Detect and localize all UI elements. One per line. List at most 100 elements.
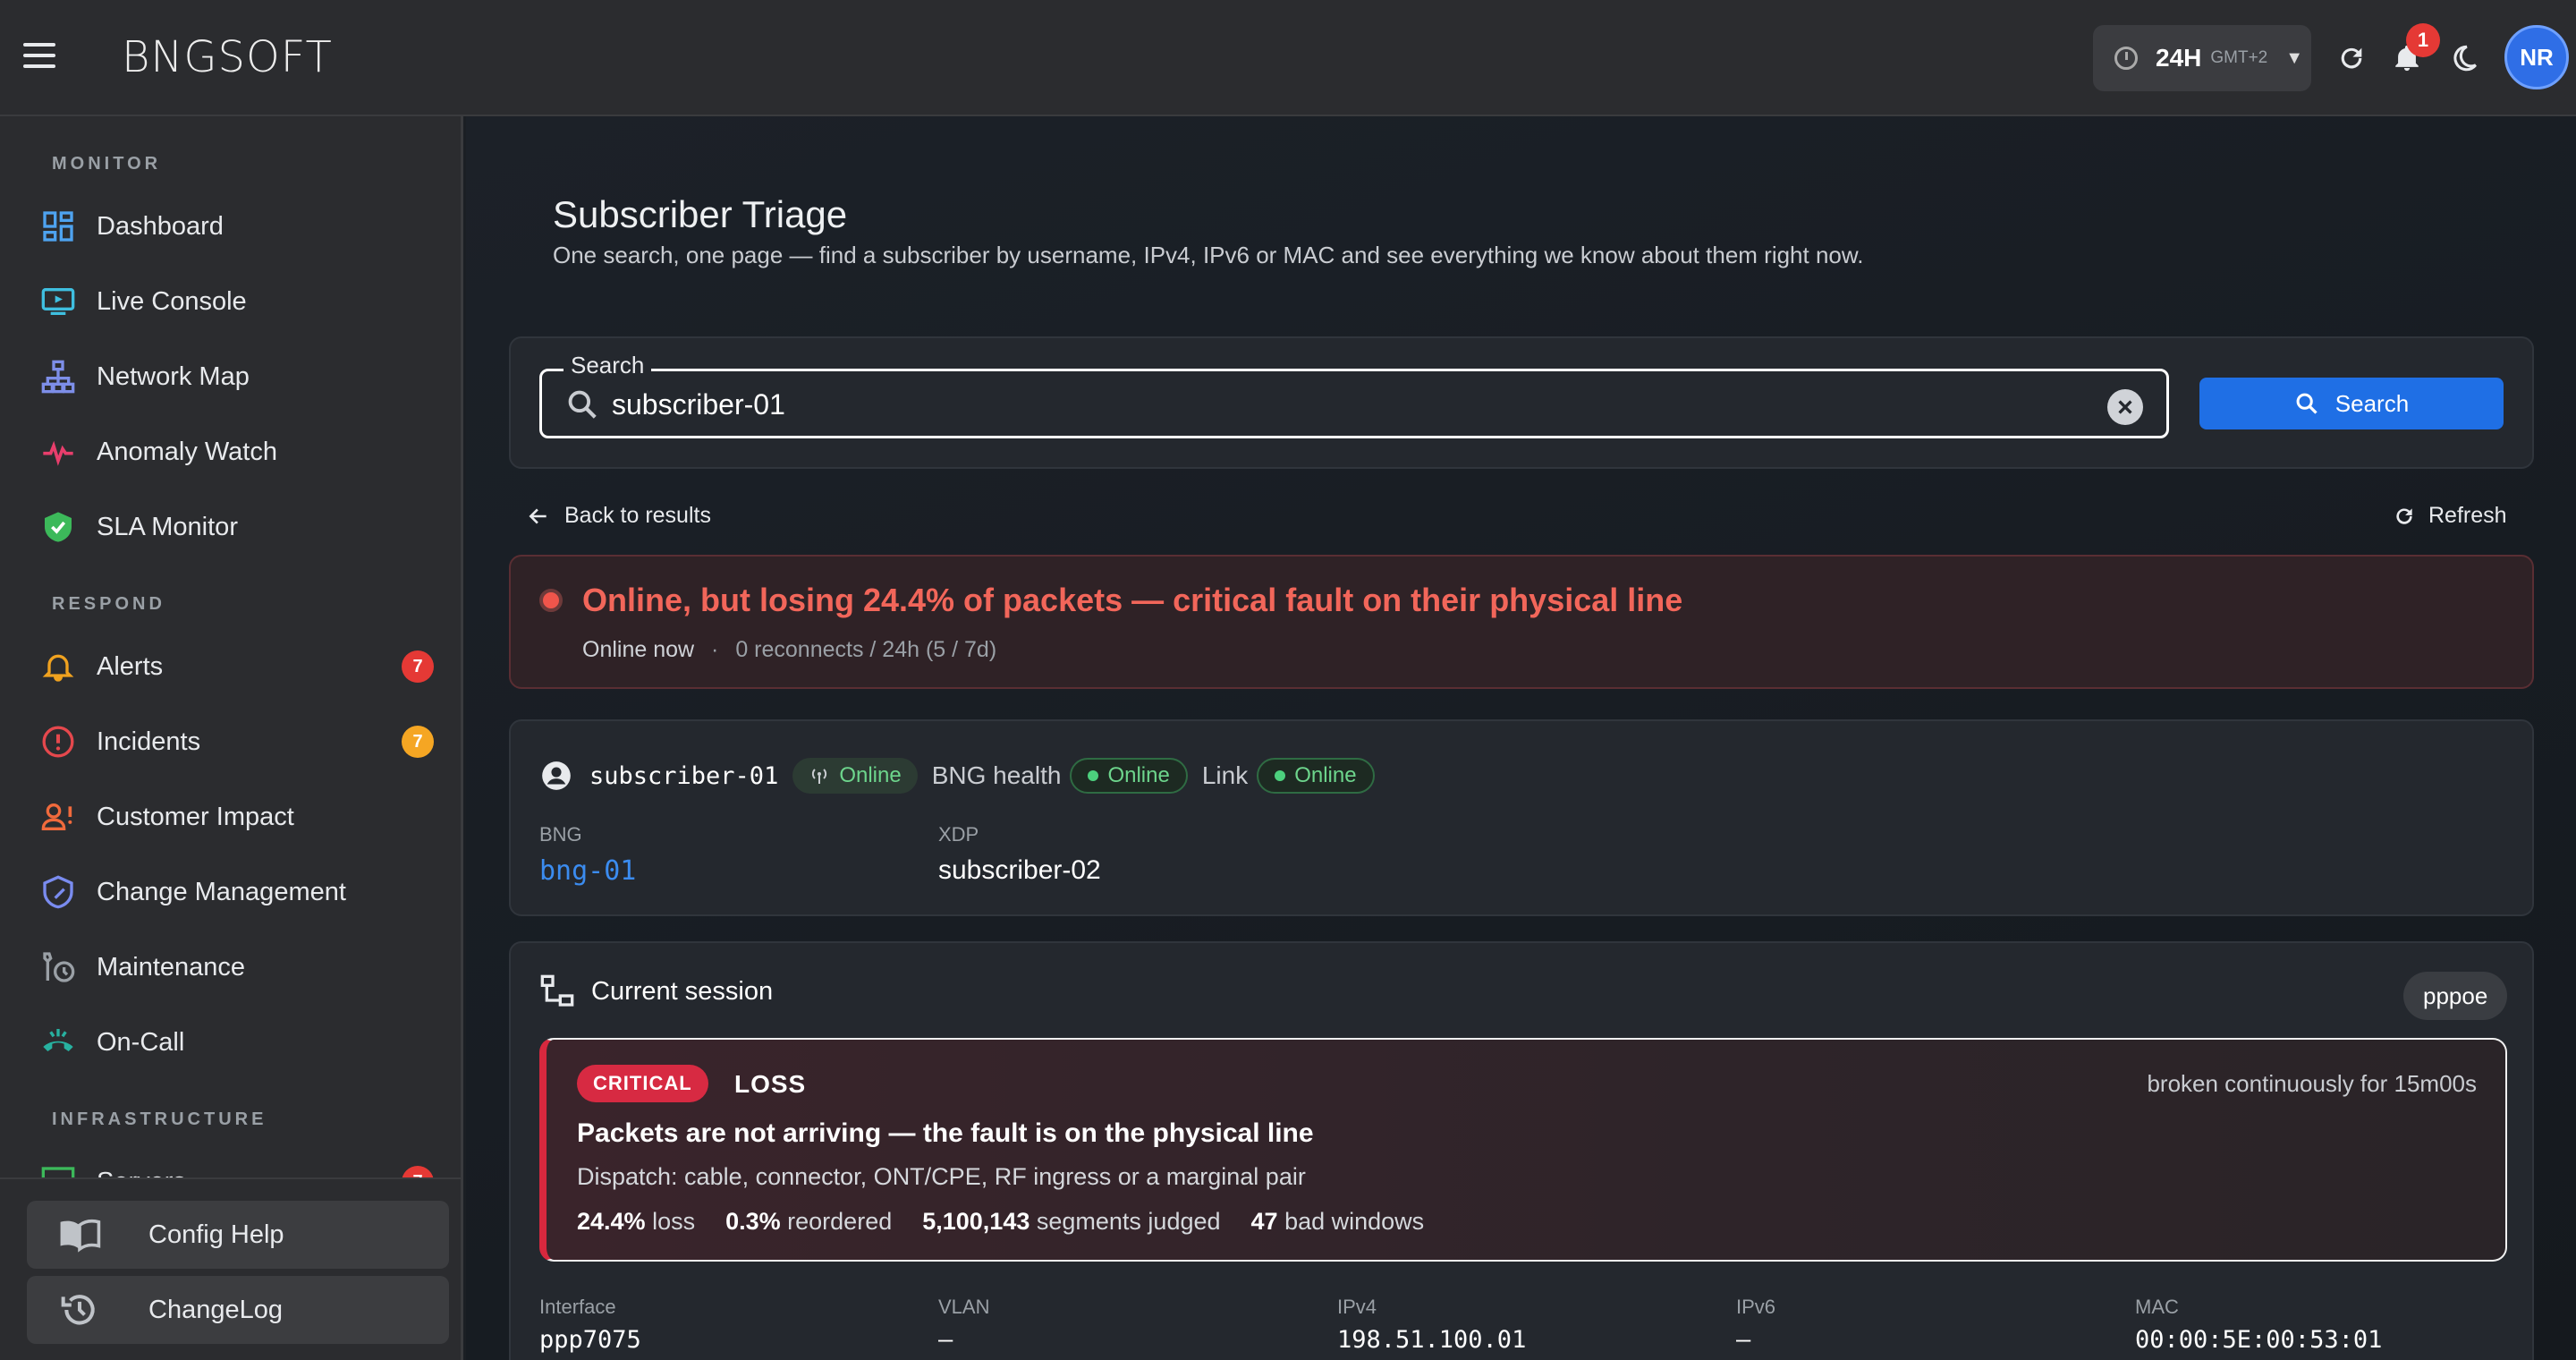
search-input[interactable]: [612, 382, 2079, 427]
history-icon: [57, 1289, 102, 1330]
sidebar: MONITOR Dashboard Live Console Network M…: [0, 116, 463, 1360]
changelog-button[interactable]: ChangeLog: [27, 1276, 449, 1344]
link-value: Online: [1294, 763, 1357, 787]
bng-health-label: BNG health: [931, 761, 1062, 789]
shield-edit-icon: [38, 871, 79, 913]
antenna-icon: [812, 769, 827, 784]
sidebar-item-label: Maintenance: [97, 952, 246, 982]
ipv4-label: IPv4: [1337, 1296, 1377, 1318]
config-help-button[interactable]: Config Help: [27, 1201, 449, 1269]
time-range-selector[interactable]: 24H GMT+2 ▼: [2093, 25, 2311, 91]
sidebar-item-label: Customer Impact: [97, 802, 294, 831]
stat-reordered: 0.3% reordered: [725, 1208, 893, 1235]
page-title: Subscriber Triage: [553, 193, 848, 235]
sidebar-item-live-console[interactable]: Live Console: [38, 270, 449, 333]
session-header: Current session: [539, 973, 773, 1009]
dashboard-icon: [38, 206, 79, 247]
arrow-left-icon: [529, 507, 547, 524]
status-banner: Online, but losing 24.4% of packets — cr…: [509, 555, 2534, 689]
top-bar: BNGSOFT 24H GMT+2 ▼ 1 NR: [0, 0, 2576, 116]
search-icon: [2296, 393, 2318, 414]
network-icon: [38, 356, 79, 397]
xdp-value: subscriber-02: [938, 855, 1101, 885]
ipv6-label: IPv6: [1736, 1296, 1776, 1318]
mac-value: 00:00:5E:00:53:01: [2135, 1326, 2383, 1354]
subscriber-status: Online: [839, 763, 902, 787]
search-icon: [565, 387, 599, 426]
bng-health-value: Online: [1107, 763, 1170, 787]
sidebar-item-label: Incidents: [97, 727, 201, 756]
ipv4-value: 198.51.100.01: [1337, 1326, 1527, 1354]
status-dot: [1275, 770, 1286, 781]
search-button-label: Search: [2334, 389, 2410, 417]
bng-label: BNG: [539, 823, 582, 846]
user-alert-icon: [38, 796, 79, 837]
alert-circle-icon: [38, 721, 79, 762]
section-label-respond: RESPOND: [52, 594, 165, 614]
session-title: Current session: [591, 976, 774, 1006]
sidebar-item-label: Anomaly Watch: [97, 437, 277, 466]
subscriber-status-chip: Online: [792, 758, 918, 794]
sidebar-item-label: SLA Monitor: [97, 512, 238, 541]
fault-stats: 24.4% loss 0.3% reordered 5,100,143 segm…: [577, 1208, 1454, 1236]
sidebar-item-label: Change Management: [97, 877, 346, 906]
stat-segments: 5,100,143 segments judged: [922, 1208, 1221, 1235]
app-logo: BNGSOFT: [122, 32, 333, 82]
current-session-card: Current session pppoe CRITICAL LOSS brok…: [509, 941, 2534, 1360]
protocol-chip: pppoe: [2403, 972, 2508, 1020]
sidebar-item-on-call[interactable]: On-Call: [38, 1011, 449, 1074]
sidebar-item-network-map[interactable]: Network Map: [38, 345, 449, 408]
subscriber-card: subscriber-01 Online BNG health Online L…: [509, 719, 2534, 916]
sidebar-item-maintenance[interactable]: Maintenance: [38, 936, 449, 999]
incidents-count-badge: 7: [402, 726, 434, 758]
back-to-results-link[interactable]: Back to results: [527, 503, 711, 529]
refresh-label: Refresh: [2428, 503, 2507, 528]
sidebar-item-label: Network Map: [97, 361, 250, 391]
fault-dispatch: Dispatch: cable, connector, ONT/CPE, RF …: [577, 1163, 1306, 1190]
account-icon: [542, 761, 571, 790]
chevron-down-icon: ▼: [2285, 47, 2304, 68]
sidebar-item-label: Live Console: [97, 286, 247, 316]
search-legend: Search: [564, 352, 652, 379]
status-dot: [539, 589, 563, 612]
dark-mode-icon[interactable]: [2442, 36, 2487, 81]
sidebar-item-anomaly-watch[interactable]: Anomaly Watch: [38, 421, 449, 483]
sidebar-item-customer-impact[interactable]: Customer Impact: [38, 786, 449, 848]
wrench-clock-icon: [38, 947, 79, 988]
ipv6-value: —: [1736, 1326, 1751, 1354]
clear-search-icon[interactable]: [2107, 389, 2143, 425]
sidebar-footer: Config Help ChangeLog: [0, 1177, 461, 1360]
session-icon: [540, 974, 574, 1007]
bell-icon: [38, 646, 79, 687]
sidebar-item-incidents[interactable]: Incidents 7: [38, 710, 449, 773]
notification-badge: 1: [2406, 23, 2440, 57]
phone-icon: [38, 1022, 79, 1063]
sidebar-item-dashboard[interactable]: Dashboard: [38, 195, 449, 258]
user-avatar[interactable]: NR: [2504, 25, 2569, 89]
sidebar-item-alerts[interactable]: Alerts 7: [38, 635, 449, 698]
subscriber-username: subscriber-01: [589, 761, 779, 790]
status-banner-title: Online, but losing 24.4% of packets — cr…: [582, 582, 1683, 618]
changelog-label: ChangeLog: [148, 1295, 283, 1324]
menu-icon[interactable]: [23, 43, 55, 70]
clock-icon: [2114, 47, 2138, 70]
sidebar-item-sla-monitor[interactable]: SLA Monitor: [38, 496, 449, 558]
interface-value: ppp7075: [539, 1326, 641, 1354]
status-banner-meta: Online now · 0 reconnects / 24h (5 / 7d): [582, 637, 996, 663]
config-help-label: Config Help: [148, 1220, 284, 1249]
search-field[interactable]: Search: [539, 352, 2169, 438]
search-button[interactable]: Search: [2199, 378, 2504, 429]
sidebar-item-change-management[interactable]: Change Management: [38, 861, 449, 923]
bng-health-chip: Online: [1070, 758, 1188, 794]
refresh-button[interactable]: Refresh: [2393, 503, 2507, 529]
bng-link[interactable]: bng-01: [539, 855, 636, 887]
page-subtitle: One search, one page — find a subscriber…: [553, 242, 1864, 268]
sidebar-item-label: On-Call: [97, 1027, 185, 1057]
search-card: Search Search: [509, 336, 2534, 469]
timezone-label: GMT+2: [2210, 48, 2268, 67]
interface-label: Interface: [539, 1296, 616, 1318]
fault-duration: broken continuously for 15m00s: [2147, 1070, 2477, 1097]
subscriber-header: subscriber-01 Online BNG health Online L…: [539, 753, 1375, 798]
section-label-infrastructure: INFRASTRUCTURE: [52, 1109, 267, 1129]
refresh-icon[interactable]: [2329, 36, 2374, 81]
